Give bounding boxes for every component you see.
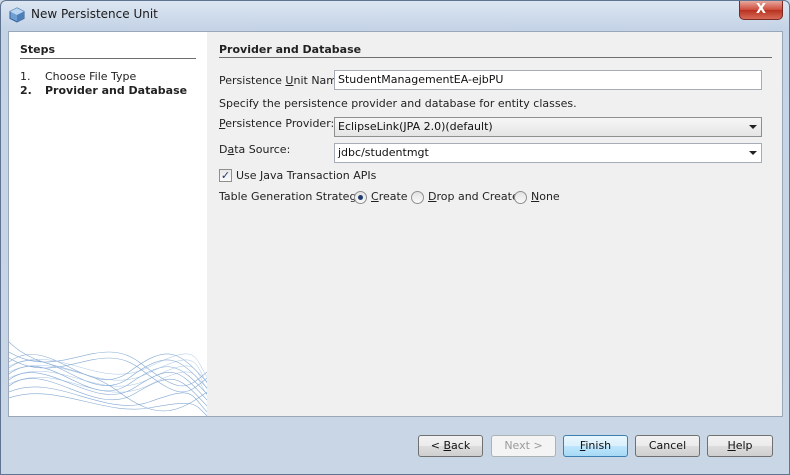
radio-selected-dot (358, 195, 363, 200)
persistence-provider-label: Persistence Provider: (219, 117, 335, 130)
panel-heading: Provider and Database (219, 43, 362, 56)
step-label: Choose File Type (45, 70, 137, 83)
back-button[interactable]: < Back (418, 435, 483, 457)
next-button[interactable]: Next > (491, 435, 556, 457)
dropdown-arrow-icon (749, 125, 757, 129)
strategy-none-radio[interactable] (514, 191, 527, 204)
persistence-unit-name-input[interactable]: StudentManagementEA-ejbPU (334, 70, 762, 90)
close-button[interactable]: X (739, 1, 783, 20)
steps-heading: Steps (20, 43, 56, 56)
table-generation-strategy-label: Table Generation Strategy: (219, 190, 366, 203)
dialog-content: Steps 1. Choose File Type 2. Provider and … (8, 31, 783, 417)
dropdown-arrow-icon (749, 151, 757, 155)
step-choose-file-type: 1. Choose File Type (20, 70, 136, 83)
persistence-provider-value: EclipseLink(JPA 2.0)(default) (338, 120, 493, 133)
title-bar[interactable]: New Persistence Unit X (1, 1, 789, 29)
panel-divider (219, 57, 772, 58)
use-jta-checkbox[interactable]: ✓ (219, 169, 232, 182)
decorative-waves-graphic (9, 341, 207, 416)
persistence-provider-dropdown[interactable]: EclipseLink(JPA 2.0)(default) (334, 117, 762, 137)
use-jta-label[interactable]: Use Java Transaction APIs (236, 169, 376, 182)
steps-divider (20, 58, 196, 59)
data-source-dropdown[interactable]: jdbc/studentmgt (334, 143, 762, 163)
provider-description: Specify the persistence provider and dat… (219, 97, 577, 110)
step-label: Provider and Database (45, 84, 188, 97)
strategy-drop-and-create-label[interactable]: Drop and Create (428, 190, 519, 203)
persistence-unit-name-label: Persistence Unit Name: (219, 74, 348, 87)
strategy-create-label[interactable]: Create (371, 190, 408, 203)
data-source-label: Data Source: (219, 143, 291, 156)
netbeans-cube-icon (9, 7, 25, 23)
step-number: 1. (20, 70, 31, 83)
finish-button[interactable]: Finish (563, 435, 628, 457)
help-button[interactable]: Help (707, 435, 773, 457)
window-title: New Persistence Unit (31, 7, 158, 21)
strategy-drop-and-create-radio[interactable] (411, 191, 424, 204)
strategy-create-radio[interactable] (354, 191, 367, 204)
steps-panel: Steps 1. Choose File Type 2. Provider and … (9, 32, 207, 416)
checkmark-icon: ✓ (220, 169, 231, 182)
strategy-none-label[interactable]: None (531, 190, 560, 203)
cancel-button[interactable]: Cancel (635, 435, 700, 457)
step-number: 2. (20, 84, 32, 97)
new-persistence-unit-dialog: New Persistence Unit X Steps 1. Choose Fi… (0, 0, 790, 475)
data-source-value: jdbc/studentmgt (338, 146, 429, 159)
step-provider-and-database: 2. Provider and Database (20, 84, 187, 97)
